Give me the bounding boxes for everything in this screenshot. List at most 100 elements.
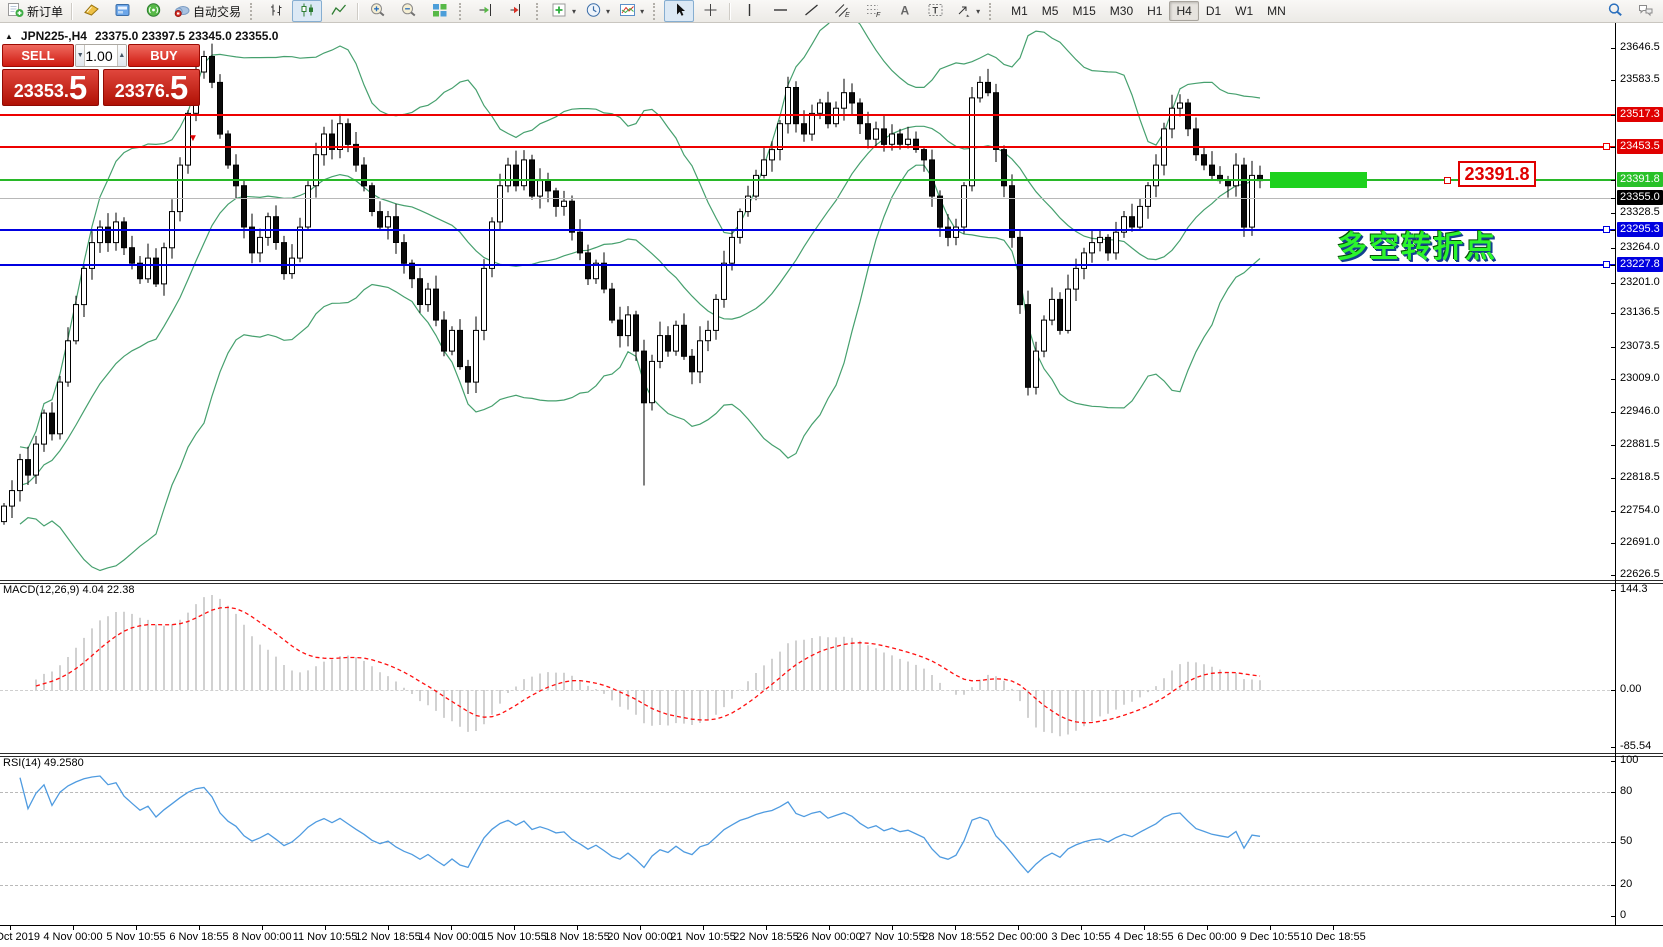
time-axis-label: 6 Dec 00:00 — [1177, 931, 1236, 943]
hline-handle-23453.5[interactable] — [1603, 143, 1610, 150]
chat-button[interactable] — [1630, 0, 1660, 22]
macd-panel-splitter-2 — [0, 583, 1663, 584]
zoom-in-button[interactable] — [362, 0, 392, 22]
bar-chart-button[interactable] — [261, 0, 291, 22]
terminal-button[interactable] — [107, 0, 137, 22]
price-axis-label: 22881.5 — [1620, 437, 1660, 452]
timeframe-w1-button[interactable]: W1 — [1228, 1, 1260, 21]
zoom-out-icon — [400, 2, 417, 21]
new-order-button[interactable]: 新订单 — [3, 0, 67, 22]
indicator-axis-tick — [1611, 761, 1615, 762]
time-axis-label: 12 Nov 18:55 — [355, 931, 420, 943]
price-axis-tick — [1611, 180, 1615, 181]
chevron-down-icon[interactable]: ▾ — [572, 7, 576, 16]
buy-button[interactable]: BUY — [128, 44, 200, 67]
arrows-button[interactable]: ▾ — [951, 0, 984, 22]
templates-button[interactable]: ▾ — [615, 0, 648, 22]
equidistant-channel-button[interactable]: E — [827, 0, 857, 22]
fibonacci-button[interactable]: F — [858, 0, 888, 22]
time-axis-tick — [451, 925, 452, 930]
timeframe-mn-button[interactable]: MN — [1260, 1, 1293, 21]
new-order-icon — [7, 2, 24, 21]
hline-handle-23227.8[interactable] — [1603, 261, 1610, 268]
sell-button[interactable]: SELL — [2, 44, 74, 67]
hline-23391.8[interactable] — [0, 179, 1615, 181]
price-axis-tick — [1611, 147, 1615, 148]
periods-icon — [585, 2, 602, 21]
hline-23355.0[interactable] — [0, 198, 1615, 199]
indicator-scale-label: 144.3 — [1620, 582, 1648, 597]
timeframe-m15-button[interactable]: M15 — [1065, 1, 1102, 21]
text-button[interactable]: A — [889, 0, 919, 22]
chevron-down-icon[interactable]: ▾ — [606, 7, 610, 16]
time-axis-tick — [577, 925, 578, 930]
periods-button[interactable]: ▾ — [581, 0, 614, 22]
market-history-button[interactable] — [76, 0, 106, 22]
search-button[interactable] — [1600, 0, 1630, 22]
sell-price[interactable]: 23353. 5 — [2, 69, 99, 106]
tile-windows-button[interactable] — [424, 0, 454, 22]
time-axis-tick — [73, 925, 74, 930]
toolbar-drag-handle[interactable] — [653, 3, 658, 20]
vertical-line-button[interactable] — [734, 0, 764, 22]
annotation-text[interactable]: 多空转折点 — [1337, 222, 1497, 266]
collapse-panel-icon[interactable]: ▲ — [5, 32, 13, 41]
text-label-button[interactable]: T — [920, 0, 950, 22]
trendline-button[interactable] — [796, 0, 826, 22]
sell-arrow-icon[interactable]: ▼ — [188, 134, 198, 144]
time-axis-line[interactable] — [0, 925, 1663, 926]
time-axis-tick — [955, 925, 956, 930]
hline-23453.5[interactable] — [0, 146, 1615, 148]
rsi-panel-splitter-2 — [0, 756, 1663, 757]
timeframe-d1-button[interactable]: D1 — [1199, 1, 1228, 21]
toolbar-drag-handle[interactable] — [989, 3, 994, 20]
volume-increment-button[interactable]: ▲ — [117, 45, 126, 66]
toolbar-drag-handle[interactable] — [459, 3, 464, 20]
macd-label: MACD(12,26,9) 4.04 22.38 — [3, 584, 134, 596]
hline-handle-23295.3[interactable] — [1603, 226, 1610, 233]
auto-scroll-button[interactable] — [470, 0, 500, 22]
indicator-axis-tick — [1611, 885, 1615, 886]
toolbar-separator — [71, 3, 72, 20]
macd-panel-splitter[interactable] — [0, 580, 1663, 581]
timeframe-m30-button[interactable]: M30 — [1103, 1, 1140, 21]
price-badge-23391.8: 23391.8 — [1617, 172, 1663, 187]
timeframe-m5-button[interactable]: M5 — [1035, 1, 1066, 21]
time-axis-label: 18 Nov 18:55 — [544, 931, 609, 943]
timeframe-h1-button[interactable]: H1 — [1140, 1, 1169, 21]
price-axis-tick — [1611, 248, 1615, 249]
timeframe-m1-button[interactable]: M1 — [1004, 1, 1035, 21]
chart-shift-button[interactable] — [501, 0, 531, 22]
zoom-out-button[interactable] — [393, 0, 423, 22]
timeframe-h4-button[interactable]: H4 — [1169, 1, 1198, 21]
chevron-down-icon[interactable]: ▾ — [640, 7, 644, 16]
green-line-handle[interactable] — [1444, 177, 1451, 184]
indicator-axis-tick — [1611, 916, 1615, 917]
indicator-scale-label: 0 — [1620, 908, 1626, 923]
volume-decrement-button[interactable]: ▼ — [76, 45, 85, 66]
line-chart-button[interactable] — [323, 0, 353, 22]
price-axis-line[interactable] — [1615, 23, 1616, 925]
signal-button[interactable] — [138, 0, 168, 22]
toolbar-drag-handle[interactable] — [536, 3, 541, 20]
time-axis-tick — [262, 925, 263, 930]
highlight-rectangle-object[interactable] — [1270, 172, 1367, 188]
time-axis-tick — [136, 925, 137, 930]
buy-price[interactable]: 23376. 5 — [103, 69, 200, 106]
chevron-down-icon[interactable]: ▾ — [976, 7, 980, 16]
indicator-scale-label: -85.54 — [1620, 739, 1651, 754]
indicator-scale-label: 20 — [1620, 877, 1632, 892]
candlestick-chart-button[interactable] — [292, 0, 322, 22]
toolbar-drag-handle[interactable] — [250, 3, 255, 20]
cursor-icon — [671, 2, 688, 21]
rsi-panel-splitter[interactable] — [0, 753, 1663, 754]
hline-23517.3[interactable] — [0, 114, 1615, 116]
crosshair-button[interactable] — [695, 0, 725, 22]
auto-trading-button[interactable]: 自动交易 — [169, 0, 245, 22]
price-axis-tick — [1611, 445, 1615, 446]
horizontal-line-button[interactable] — [765, 0, 795, 22]
cursor-button[interactable] — [664, 0, 694, 22]
price-tag-label[interactable]: 23391.8 — [1458, 161, 1536, 187]
volume-input[interactable]: 1.00 — [85, 45, 116, 66]
indicators-button[interactable]: ▾ — [547, 0, 580, 22]
